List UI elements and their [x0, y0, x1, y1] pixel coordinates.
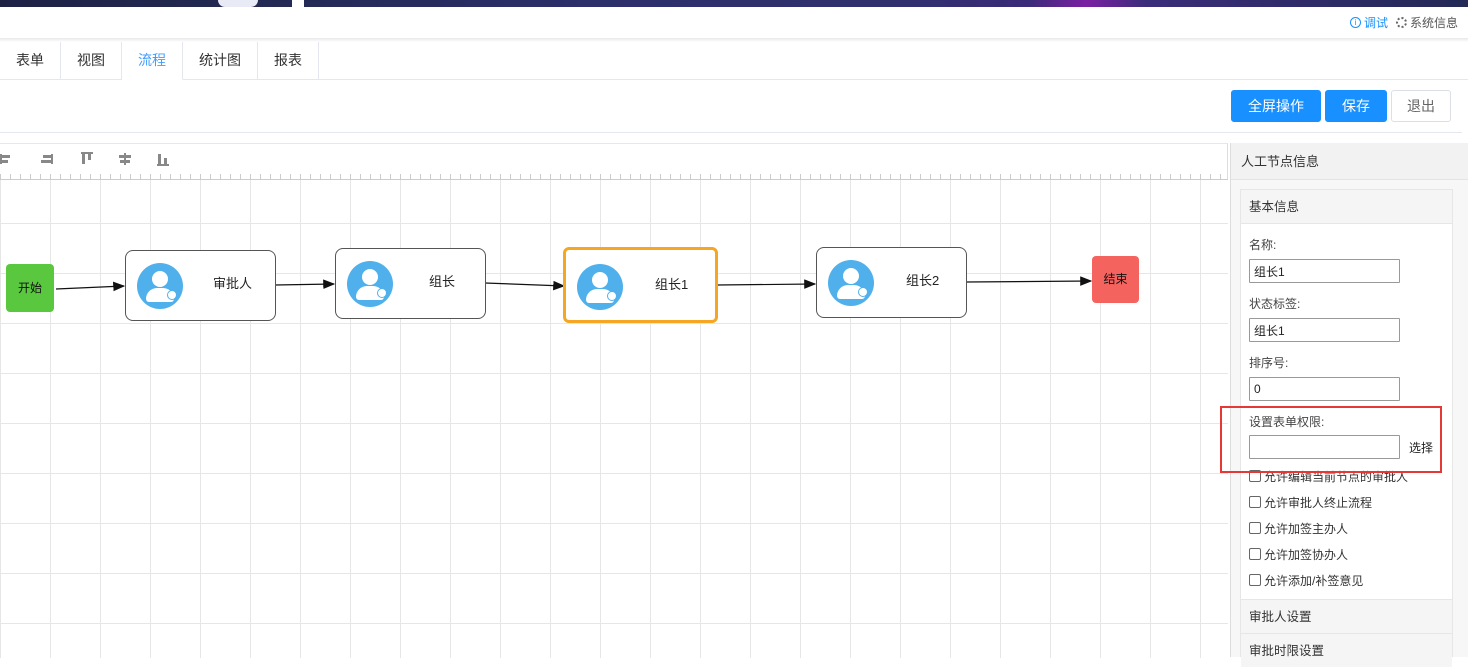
order-label: 排序号:	[1249, 356, 1289, 370]
exit-button[interactable]: 退出	[1391, 90, 1451, 122]
node-label: 组长2	[906, 273, 940, 288]
align-middle-icon[interactable]	[118, 152, 132, 166]
save-button[interactable]: 保存	[1325, 90, 1387, 122]
align-left-icon[interactable]	[0, 152, 14, 166]
flow-node-leader[interactable]: 组长	[335, 248, 486, 319]
permission-options: 允许编辑当前节点的审批人 允许审批人终止流程 允许加签主办人 允许加签协办人 允…	[1241, 463, 1452, 593]
checkbox-label: 允许加签协办人	[1264, 547, 1349, 562]
gear-icon	[1395, 17, 1407, 28]
user-icon	[137, 263, 183, 309]
top-links: i 调试 系统信息	[1349, 14, 1458, 31]
start-node[interactable]: 开始	[6, 264, 54, 312]
checkbox-icon[interactable]	[1249, 574, 1261, 586]
flow-node-leader2[interactable]: 组长2	[816, 247, 967, 318]
checkbox-label: 允许加签主办人	[1264, 521, 1349, 536]
system-info-label: 系统信息	[1409, 16, 1458, 30]
user-icon	[577, 264, 623, 310]
user-icon	[347, 261, 393, 307]
tab-form[interactable]: 表单	[0, 42, 61, 80]
canvas-toolbar	[0, 144, 1228, 174]
divider	[0, 132, 1462, 133]
info-icon: i	[1349, 17, 1361, 28]
status-label: 状态标签:	[1249, 297, 1301, 311]
checkbox-label: 允许添加/补签意见	[1264, 573, 1364, 588]
checkbox-add-assistant[interactable]: 允许加签协办人	[1241, 541, 1452, 567]
panel-title: 人工节点信息	[1231, 143, 1468, 180]
name-input[interactable]	[1249, 259, 1400, 283]
annotation-highlight-box	[1220, 406, 1442, 473]
end-node[interactable]: 结束	[1092, 256, 1139, 303]
flow-node-leader1[interactable]: 组长1	[563, 247, 718, 323]
tab-chart[interactable]: 统计图	[183, 42, 258, 80]
align-bottom-icon[interactable]	[156, 152, 170, 166]
node-property-panel: 人工节点信息 基本信息 名称: 状态标签: 排序号: 设置表单权限: 选择 允许…	[1230, 143, 1468, 667]
time-limit-header[interactable]: 审批时限设置	[1241, 633, 1452, 667]
name-label: 名称:	[1249, 238, 1277, 252]
flow-node-approver[interactable]: 审批人	[125, 250, 276, 321]
tab-flow[interactable]: 流程	[122, 42, 183, 80]
approver-settings-header[interactable]: 审批人设置	[1241, 599, 1452, 633]
checkbox-add-comment[interactable]: 允许添加/补签意见	[1241, 567, 1452, 593]
align-top-icon[interactable]	[80, 152, 94, 166]
tab-view[interactable]: 视图	[61, 42, 122, 80]
designer-tabs: 表单 视图 流程 统计图 报表	[0, 42, 1468, 80]
checkbox-add-host[interactable]: 允许加签主办人	[1241, 515, 1452, 541]
debug-link[interactable]: i 调试	[1349, 14, 1388, 31]
tab-report[interactable]: 报表	[258, 42, 319, 80]
banner-logo	[218, 0, 258, 7]
checkbox-icon[interactable]	[1249, 548, 1261, 560]
action-bar: 全屏操作 保存 退出	[1231, 90, 1451, 122]
node-label: 组长	[429, 274, 456, 289]
banner-decoration	[292, 0, 304, 7]
order-input[interactable]	[1249, 377, 1400, 401]
top-banner	[0, 0, 1468, 7]
basic-info-header[interactable]: 基本信息	[1241, 190, 1452, 224]
checkbox-terminate-flow[interactable]: 允许审批人终止流程	[1241, 489, 1452, 515]
fullscreen-button[interactable]: 全屏操作	[1231, 90, 1321, 122]
system-info-link[interactable]: 系统信息	[1395, 14, 1458, 31]
node-label: 组长1	[655, 277, 689, 292]
node-label: 审批人	[213, 276, 253, 291]
debug-label: 调试	[1363, 16, 1388, 30]
flow-canvas: 开始 审批人 组长 组长1 组长2 结束	[0, 143, 1228, 658]
user-icon	[828, 260, 874, 306]
checkbox-icon[interactable]	[1249, 522, 1261, 534]
checkbox-icon[interactable]	[1249, 496, 1261, 508]
status-input[interactable]	[1249, 318, 1400, 342]
align-right-icon[interactable]	[39, 152, 53, 166]
checkbox-label: 允许审批人终止流程	[1264, 495, 1373, 510]
